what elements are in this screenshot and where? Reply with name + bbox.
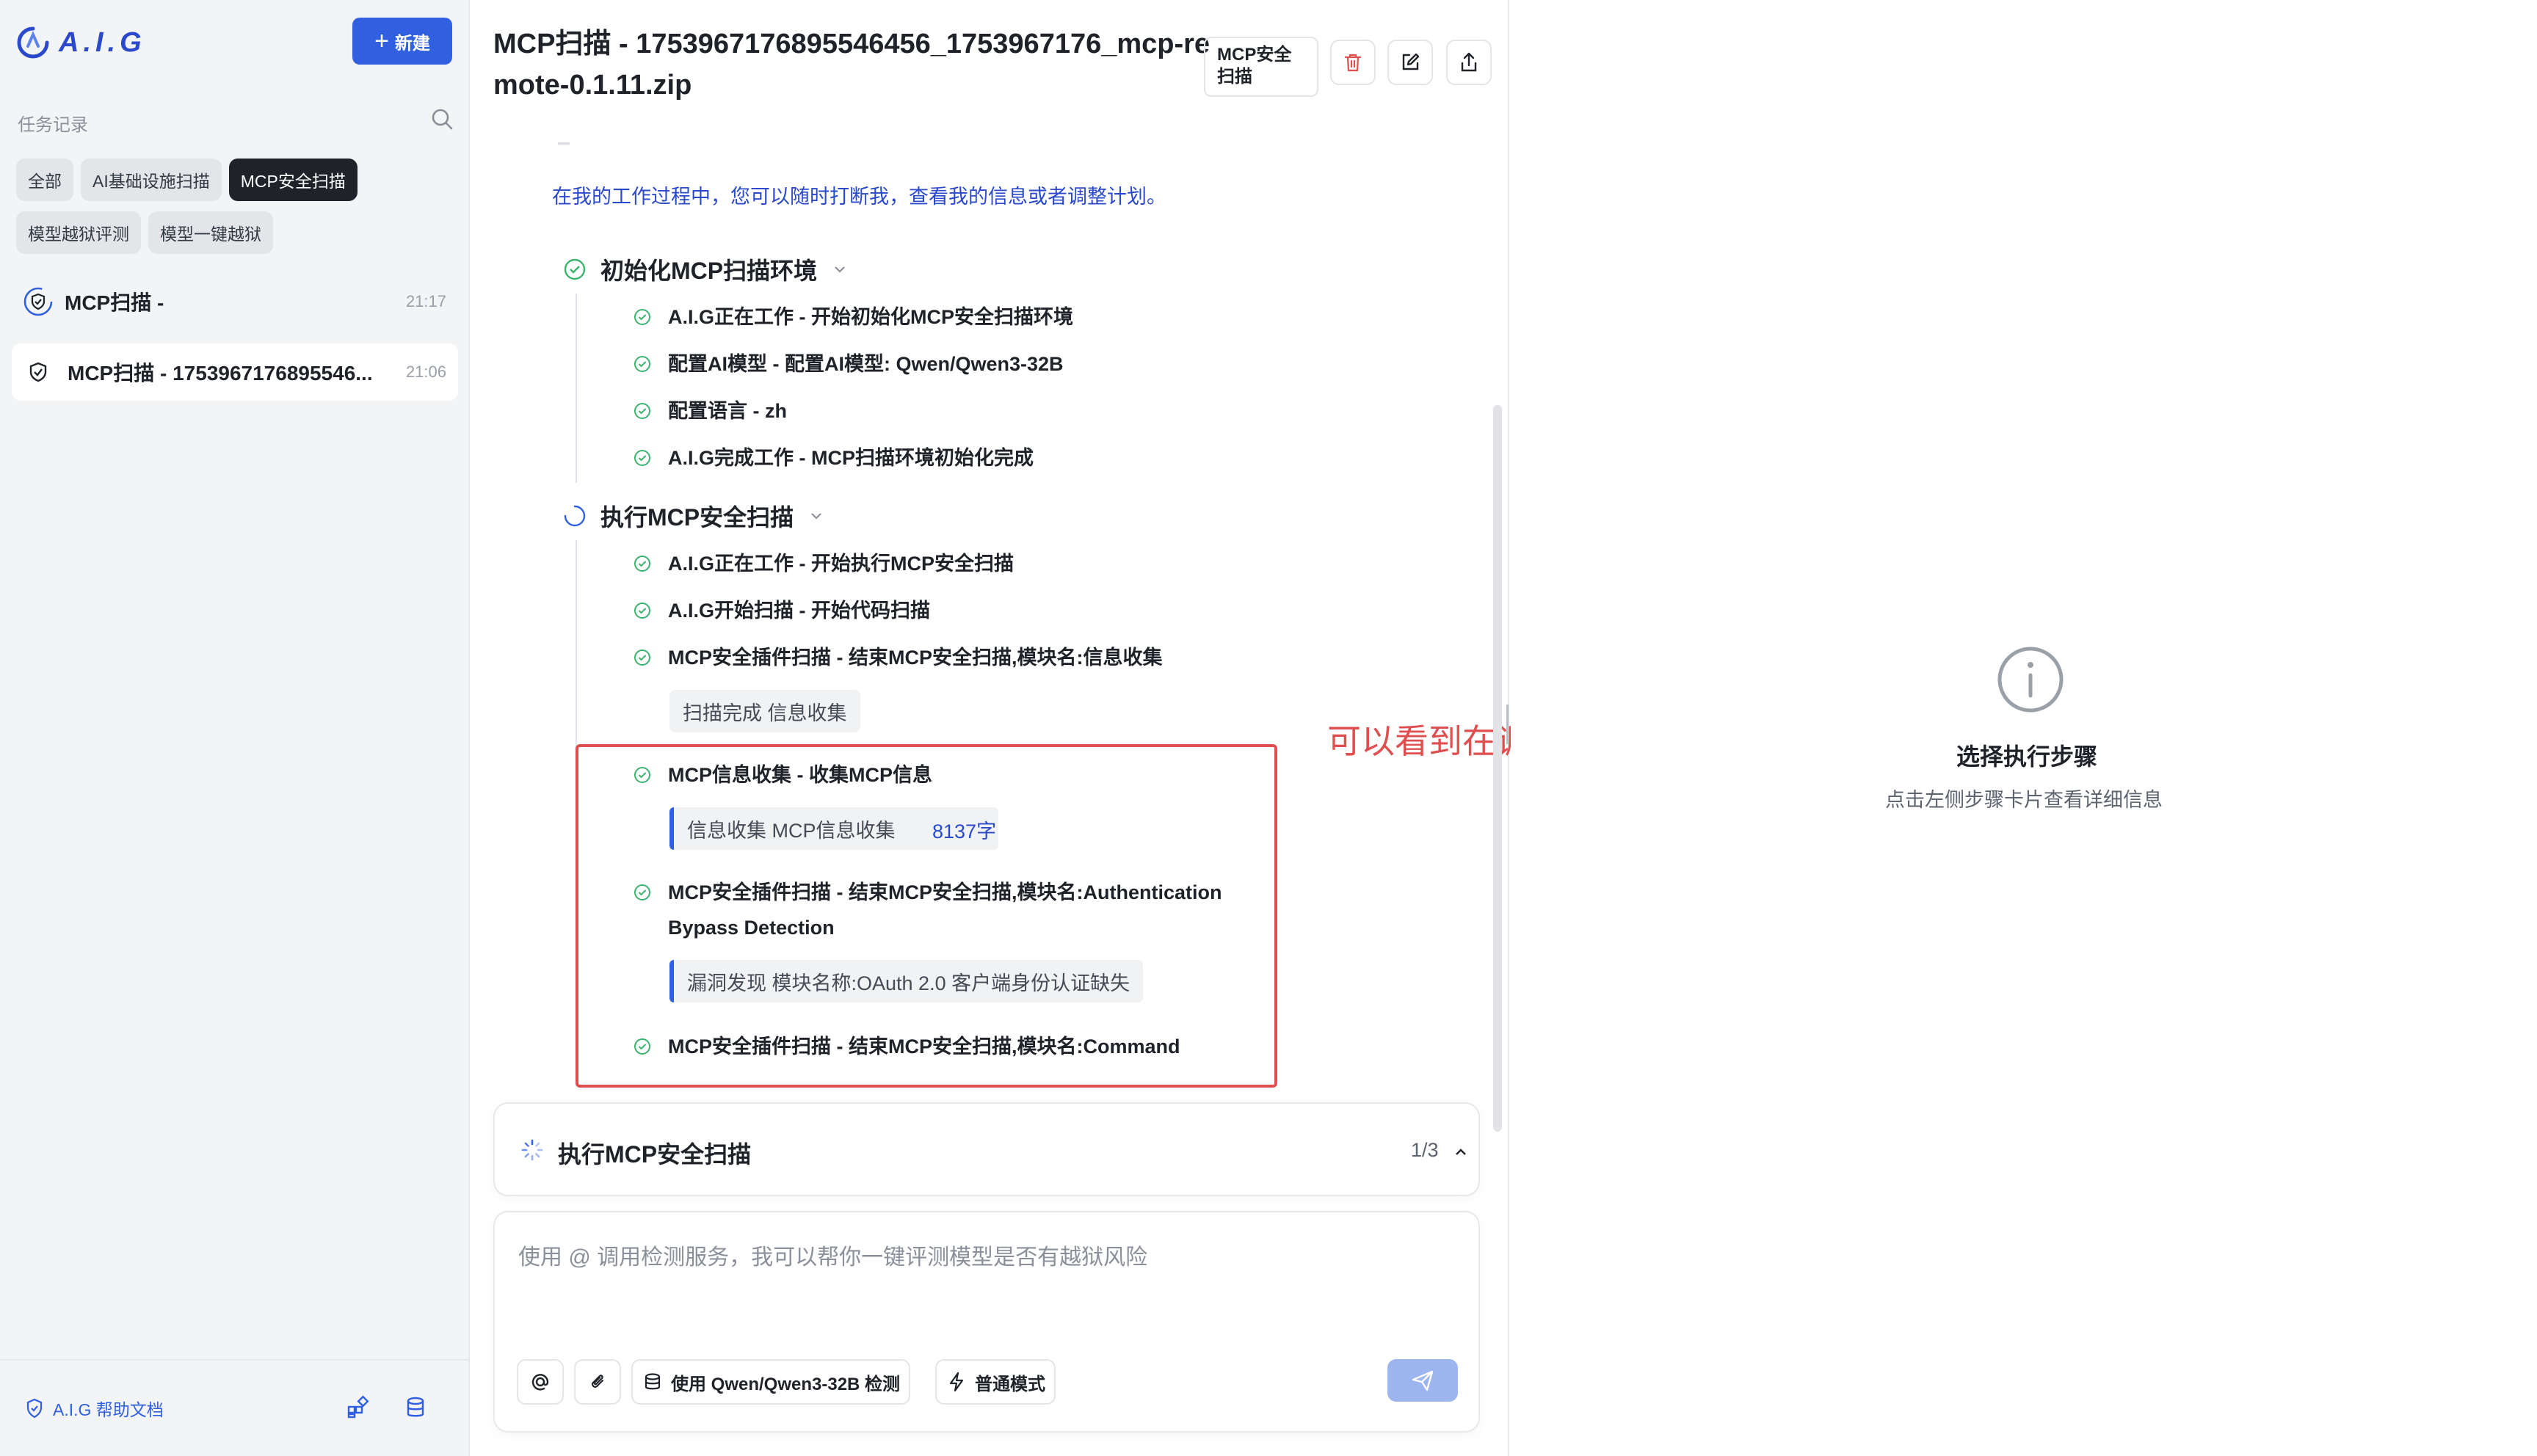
check-circle-icon [634, 403, 650, 419]
trash-icon [1344, 54, 1362, 72]
stage-label: 执行MCP安全扫描 [600, 504, 794, 531]
check-circle-icon [634, 649, 650, 666]
help-shield-icon [26, 1398, 43, 1419]
main-panel: MCP扫描 - 1753967176895546456_1753967176_m… [470, 0, 1935, 1456]
help-docs-label: A.I.G 帮助文档 [53, 1400, 164, 1419]
stage-execute[interactable]: 执行MCP安全扫描 [562, 499, 826, 533]
step-label: A.I.G正在工作 - 开始执行MCP安全扫描 [668, 553, 1014, 575]
result-tag[interactable]: 扫描完成 信息收集 [669, 690, 860, 732]
filter-chip-all[interactable]: 全部 [16, 159, 73, 201]
task-time: 21:17 [405, 292, 446, 310]
filter-chip-jailbreak-eval[interactable]: 模型越狱评测 [16, 211, 141, 254]
bolt-icon [949, 1372, 964, 1392]
task-item-selected[interactable]: MCP扫描 - 1753967176895546... 21:06 [12, 343, 458, 401]
check-circle-icon [634, 603, 650, 619]
app-window: A.I.G + 新建 任务记录 全部 AI基础设施扫描 MCP安全扫描 模型越狱… [0, 0, 2537, 1456]
task-name: MCP扫描 - 1753967176895546... [68, 362, 373, 385]
paperclip-icon [592, 1375, 604, 1388]
spinner-icon [521, 1139, 543, 1161]
divider [558, 142, 570, 145]
database-icon[interactable] [402, 1394, 429, 1421]
search-icon[interactable] [429, 106, 455, 132]
attach-button[interactable] [574, 1359, 621, 1405]
mention-button[interactable] [517, 1359, 564, 1405]
check-circle-icon [634, 309, 650, 325]
check-circle-icon [564, 258, 586, 280]
delete-button[interactable] [1330, 40, 1376, 85]
step-item[interactable]: MCP安全插件扫描 - 结束MCP安全扫描,模块名:信息收集 [633, 640, 1162, 675]
edit-button[interactable] [1387, 40, 1433, 85]
step-item[interactable]: A.I.G完成工作 - MCP扫描环境初始化完成 [633, 440, 1034, 476]
model-select-label: 使用 Qwen/Qwen3-32B 检测 [671, 1374, 901, 1394]
scrollbar[interactable] [1493, 405, 1502, 1132]
stage-timeline [576, 294, 577, 483]
share-button[interactable] [1446, 40, 1492, 85]
send-button[interactable] [1387, 1359, 1458, 1402]
stage-init[interactable]: 初始化MCP扫描环境 [562, 252, 849, 286]
detail-panel: 选择执行步骤 点击左侧步骤卡片查看详细信息 [1511, 0, 2537, 1456]
sidebar-footer: A.I.G 帮助文档 [0, 1359, 470, 1456]
step-label: 配置AI模型 - 配置AI模型: Qwen/Qwen3-32B [668, 353, 1064, 375]
task-item[interactable]: MCP扫描 - 21:17 [12, 273, 458, 330]
info-icon [1997, 647, 2064, 713]
stage-label: 初始化MCP扫描环境 [600, 258, 818, 284]
step-label: A.I.G完成工作 - MCP扫描环境初始化完成 [668, 447, 1034, 469]
filter-chips: 全部 AI基础设施扫描 MCP安全扫描 模型越狱评测 模型一键越狱 [16, 159, 457, 254]
empty-state-title: 选择执行步骤 [1956, 743, 2097, 770]
filter-chip-one-click-jailbreak[interactable]: 模型一键越狱 [148, 211, 273, 254]
highlight-box [576, 744, 1277, 1088]
task-name: MCP扫描 - [65, 291, 164, 314]
chevron-up-icon[interactable] [1451, 1142, 1471, 1162]
chat-input-card[interactable]: 使用 @ 调用检测服务，我可以帮你一键评测模型是否有越狱风险 使用 Qwen/Q… [493, 1211, 1480, 1433]
task-time: 21:06 [405, 363, 446, 381]
step-label: 配置语言 - zh [668, 400, 787, 422]
step-item[interactable]: A.I.G开始扫描 - 开始代码扫描 [633, 593, 930, 628]
progress-count: 1/3 [1411, 1139, 1439, 1161]
sidebar: A.I.G + 新建 任务记录 全部 AI基础设施扫描 MCP安全扫描 模型越狱… [0, 0, 470, 1456]
mode-label: 普通模式 [975, 1374, 1045, 1394]
share-icon [1461, 52, 1477, 72]
send-icon [1412, 1370, 1434, 1391]
at-icon [531, 1374, 549, 1391]
mode-button[interactable]: 普通模式 [935, 1359, 1056, 1405]
step-item[interactable]: 配置AI模型 - 配置AI模型: Qwen/Qwen3-32B [633, 346, 1064, 382]
database-icon [645, 1373, 661, 1390]
progress-label: 执行MCP安全扫描 [558, 1141, 752, 1168]
filter-chip-mcp[interactable]: MCP安全扫描 [228, 159, 357, 201]
page-title: MCP扫描 - 1753967176895546456_1753967176_m… [493, 29, 1211, 101]
progress-card[interactable]: 执行MCP安全扫描 1/3 [493, 1102, 1480, 1196]
brand[interactable]: A.I.G [16, 22, 146, 63]
chat-input[interactable]: 使用 @ 调用检测服务，我可以帮你一键评测模型是否有越狱风险 [518, 1239, 1147, 1271]
shield-icon [23, 287, 53, 316]
step-label: A.I.G开始扫描 - 开始代码扫描 [668, 600, 930, 622]
chevron-down-icon [811, 513, 821, 520]
check-circle-icon [634, 450, 650, 466]
grid-icon[interactable] [345, 1394, 371, 1421]
scan-type-badge: MCP安全扫描 [1204, 37, 1318, 97]
step-item[interactable]: A.I.G正在工作 - 开始执行MCP安全扫描 [633, 546, 1014, 581]
check-circle-icon [634, 356, 650, 372]
panel-resizer[interactable] [1506, 705, 1509, 744]
new-task-button[interactable]: + 新建 [352, 18, 452, 65]
help-docs-link[interactable]: A.I.G 帮助文档 [23, 1396, 164, 1421]
task-history-label: 任务记录 [18, 115, 88, 135]
step-item[interactable]: 配置语言 - zh [633, 393, 787, 429]
edit-icon [1402, 53, 1420, 70]
intro-text: 在我的工作过程中，您可以随时打断我，查看我的信息或者调整计划。 [552, 186, 1166, 208]
filter-chip-ai-infra[interactable]: AI基础设施扫描 [81, 159, 222, 201]
new-task-label: 新建 [394, 33, 430, 54]
loading-icon [564, 505, 586, 527]
shield-icon [29, 362, 47, 382]
empty-state-subtitle: 点击左侧步骤卡片查看详细信息 [1885, 789, 2163, 811]
step-label: MCP安全插件扫描 - 结束MCP安全扫描,模块名:信息收集 [668, 647, 1163, 669]
step-label: A.I.G正在工作 - 开始初始化MCP安全扫描环境 [668, 306, 1073, 328]
step-item[interactable]: A.I.G正在工作 - 开始初始化MCP安全扫描环境 [633, 299, 1073, 335]
check-circle-icon [634, 556, 650, 572]
chevron-down-icon [835, 266, 845, 273]
model-select-button[interactable]: 使用 Qwen/Qwen3-32B 检测 [631, 1359, 911, 1405]
brand-name: A.I.G [59, 26, 146, 58]
plus-icon: + [374, 27, 389, 55]
aig-logo-icon [17, 26, 49, 59]
